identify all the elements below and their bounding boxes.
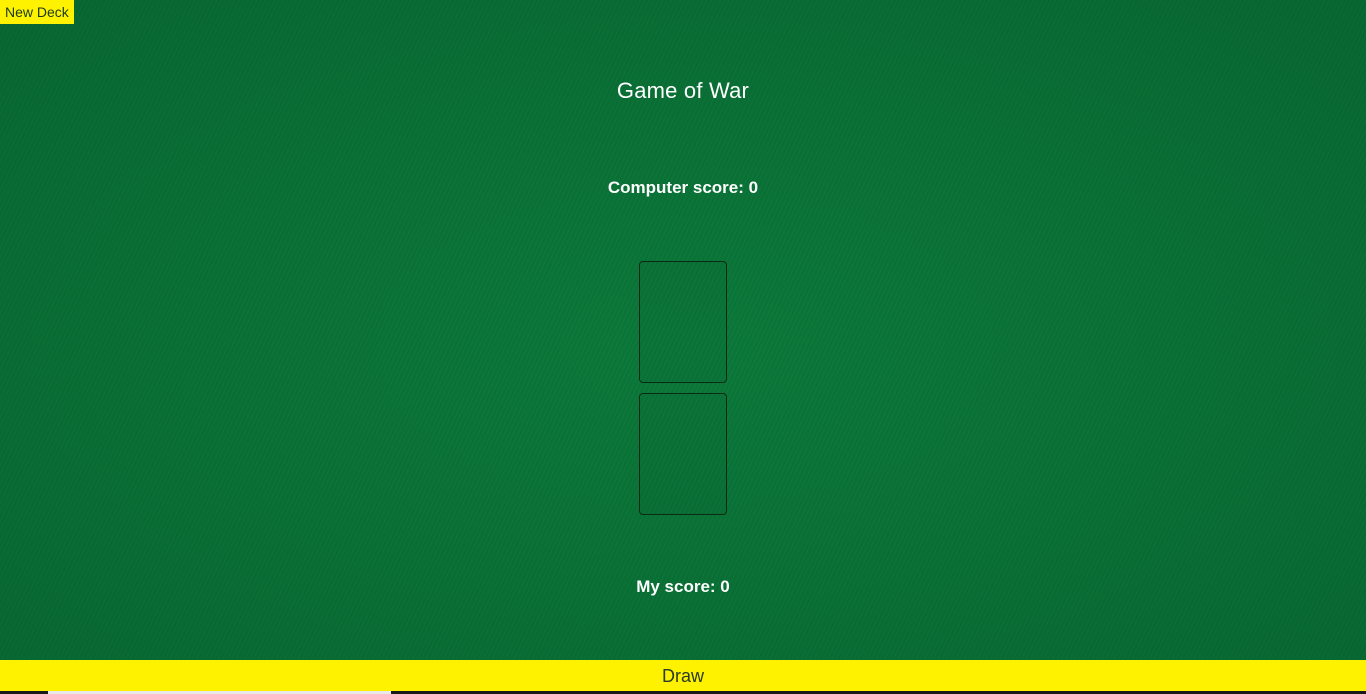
computer-score: Computer score: 0 bbox=[607, 178, 759, 197]
player-card-slot bbox=[639, 393, 727, 515]
my-score: My score: 0 bbox=[636, 577, 730, 596]
draw-button[interactable]: Draw bbox=[0, 660, 1366, 691]
new-deck-button[interactable]: New Deck bbox=[0, 0, 74, 24]
computer-card-slot bbox=[639, 261, 727, 383]
page-title: Game of War bbox=[616, 78, 750, 103]
